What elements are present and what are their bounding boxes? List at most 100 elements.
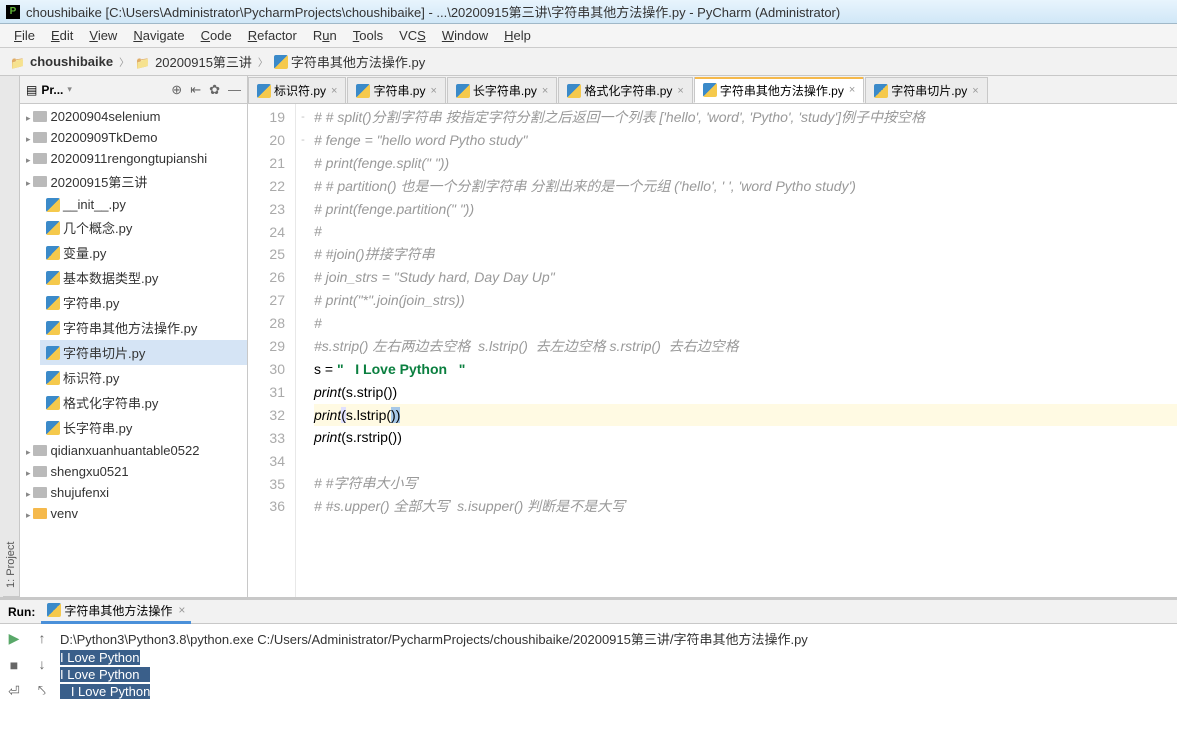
close-icon[interactable]: ×: [677, 85, 683, 97]
code-line[interactable]: s = " I Love Python ": [314, 358, 1177, 381]
menu-help[interactable]: Help: [496, 26, 539, 45]
menu-window[interactable]: Window: [434, 26, 496, 45]
python-file-icon: [703, 83, 717, 97]
python-file-icon: [257, 84, 271, 98]
code-line[interactable]: # fenge = "hello word Pytho study": [314, 129, 1177, 152]
tree-item[interactable]: 20200904selenium: [20, 106, 247, 127]
code-line[interactable]: print(s.strip()): [314, 381, 1177, 404]
editor-tab[interactable]: 长字符串.py ×: [447, 77, 557, 103]
tree-item[interactable]: qidianxuanhuantable0522: [20, 440, 247, 461]
code-line[interactable]: print(s.lstrip()): [314, 404, 1177, 427]
up-arrow-icon[interactable]: ↑: [39, 630, 46, 646]
target-icon[interactable]: ⊕: [171, 82, 182, 98]
tree-item[interactable]: 20200911rengongtupianshi: [20, 148, 247, 169]
tree-item-label: 字符串其他方法操作.py: [63, 318, 197, 337]
code-line[interactable]: # print(fenge.partition(" ")): [314, 198, 1177, 221]
tree-item[interactable]: 几个概念.py: [40, 215, 247, 240]
editor-tab[interactable]: 字符串切片.py×: [865, 77, 987, 103]
tree-item[interactable]: 格式化字符串.py: [40, 390, 247, 415]
tree-item[interactable]: 字符串.py: [40, 290, 247, 315]
close-icon[interactable]: ×: [972, 85, 978, 97]
code-line[interactable]: # # partition() 也是一个分割字符串 分割出来的是一个元组 ('h…: [314, 175, 1177, 198]
breadcrumb[interactable]: choushibaike 〉 20200915第三讲 〉 字符串其他方法操作.p…: [10, 52, 425, 71]
code-line[interactable]: # print("*".join(join_strs)): [314, 289, 1177, 312]
close-icon[interactable]: ×: [178, 603, 185, 617]
stop-button-icon[interactable]: ■: [10, 657, 18, 673]
tree-item-label: 变量.py: [63, 243, 106, 262]
run-output[interactable]: D:\Python3\Python3.8\python.exe C:/Users…: [56, 624, 1177, 743]
python-file-icon: [46, 346, 60, 360]
code-line[interactable]: [314, 449, 1177, 472]
menu-code[interactable]: Code: [193, 26, 240, 45]
editor-tab[interactable]: 字符串其他方法操作.py ×: [694, 77, 864, 103]
code-line[interactable]: # # split()分割字符串 按指定字符分割之后返回一个列表 ['hello…: [314, 106, 1177, 129]
code-line[interactable]: # #s.upper() 全部大写 s.isupper() 判断是不是大写: [314, 495, 1177, 518]
breadcrumb-bar: choushibaike 〉 20200915第三讲 〉 字符串其他方法操作.p…: [0, 48, 1177, 76]
code-line[interactable]: #s.strip() 左右两边去空格 s.lstrip() 去左边空格 s.rs…: [314, 335, 1177, 358]
tab-label: 字符串其他方法操作.py: [720, 82, 844, 99]
folder-icon: [33, 445, 47, 456]
side-tool-strip: 1: Project: [0, 76, 20, 597]
tree-item[interactable]: 标识符.py: [40, 365, 247, 390]
menu-file[interactable]: File: [6, 26, 43, 45]
code-line[interactable]: # print(fenge.split(" ")): [314, 152, 1177, 175]
menu-refactor[interactable]: Refactor: [240, 26, 305, 45]
gear-icon[interactable]: ✿: [209, 82, 220, 98]
tree-item[interactable]: shujufenxi: [20, 482, 247, 503]
run-tab[interactable]: 字符串其他方法操作 ×: [41, 600, 191, 624]
tree-item[interactable]: 20200915第三讲: [20, 169, 247, 194]
down-arrow-icon[interactable]: ↓: [39, 656, 46, 672]
tree-item[interactable]: 变量.py: [40, 240, 247, 265]
run-button-icon[interactable]: ▶: [9, 630, 20, 647]
tree-item[interactable]: 基本数据类型.py: [40, 265, 247, 290]
menu-navigate[interactable]: Navigate: [125, 26, 192, 45]
collapse-icon[interactable]: ⇤: [190, 82, 201, 98]
chevron-right-icon: 〉: [119, 54, 129, 69]
tree-item[interactable]: 长字符串.py: [40, 415, 247, 440]
editor-tab[interactable]: 字符串.py×: [347, 77, 445, 103]
run-toolbar: ▶ ■ ⏎ ↑ ↓ ⤣: [0, 624, 56, 743]
tree-item[interactable]: shengxu0521: [20, 461, 247, 482]
menu-tools[interactable]: Tools: [345, 26, 391, 45]
code-line[interactable]: #: [314, 312, 1177, 335]
hide-icon[interactable]: —: [228, 82, 241, 98]
close-icon[interactable]: ×: [849, 84, 855, 96]
run-tab-label: 字符串其他方法操作: [64, 602, 172, 619]
code-line[interactable]: # join_strs = "Study hard, Day Day Up": [314, 266, 1177, 289]
code-area[interactable]: 192021222324252627282930313233343536 -- …: [248, 104, 1177, 597]
tree-item[interactable]: venv: [20, 503, 247, 524]
code-line[interactable]: # #join()拼接字符串: [314, 243, 1177, 266]
wrap-icon[interactable]: ⤣: [38, 682, 46, 699]
project-tool-tab[interactable]: 1: Project: [3, 76, 19, 597]
code-line[interactable]: # #字符串大小写: [314, 472, 1177, 495]
code-line[interactable]: print(s.rstrip()): [314, 426, 1177, 449]
menu-view[interactable]: View: [81, 26, 125, 45]
python-file-icon: [46, 371, 60, 385]
python-file-icon: [46, 246, 60, 260]
menu-vcs[interactable]: VCS: [391, 26, 434, 45]
output-line: I Love Python: [60, 684, 150, 699]
editor-tab[interactable]: 格式化字符串.py×: [558, 77, 692, 103]
menu-run[interactable]: Run: [305, 26, 345, 45]
tree-item[interactable]: __init__.py: [40, 194, 247, 215]
code-body[interactable]: # # split()分割字符串 按指定字符分割之后返回一个列表 ['hello…: [310, 104, 1177, 597]
dropdown-icon[interactable]: ▾: [67, 84, 72, 95]
tree-item[interactable]: 字符串切片.py: [40, 340, 247, 365]
tree-item[interactable]: 20200909TkDemo: [20, 127, 247, 148]
close-icon[interactable]: ×: [542, 85, 548, 97]
tab-label: 长字符串.py: [473, 82, 537, 99]
python-file-icon: [874, 84, 888, 98]
code-line[interactable]: #: [314, 220, 1177, 243]
folder-icon: [33, 111, 47, 122]
project-tool-icon: ▤: [26, 83, 37, 97]
exit-icon[interactable]: ⏎: [8, 683, 20, 700]
editor-tab[interactable]: 标识符.py×: [248, 77, 346, 103]
tree-item[interactable]: 字符串其他方法操作.py: [40, 315, 247, 340]
close-icon[interactable]: ×: [331, 85, 337, 97]
close-icon[interactable]: ×: [430, 85, 436, 97]
menu-edit[interactable]: Edit: [43, 26, 81, 45]
project-tree[interactable]: 20200904selenium20200909TkDemo20200911re…: [20, 104, 247, 597]
run-title: Run:: [8, 605, 35, 619]
folder-icon: [33, 153, 47, 164]
chevron-right-icon: 〉: [258, 54, 268, 69]
